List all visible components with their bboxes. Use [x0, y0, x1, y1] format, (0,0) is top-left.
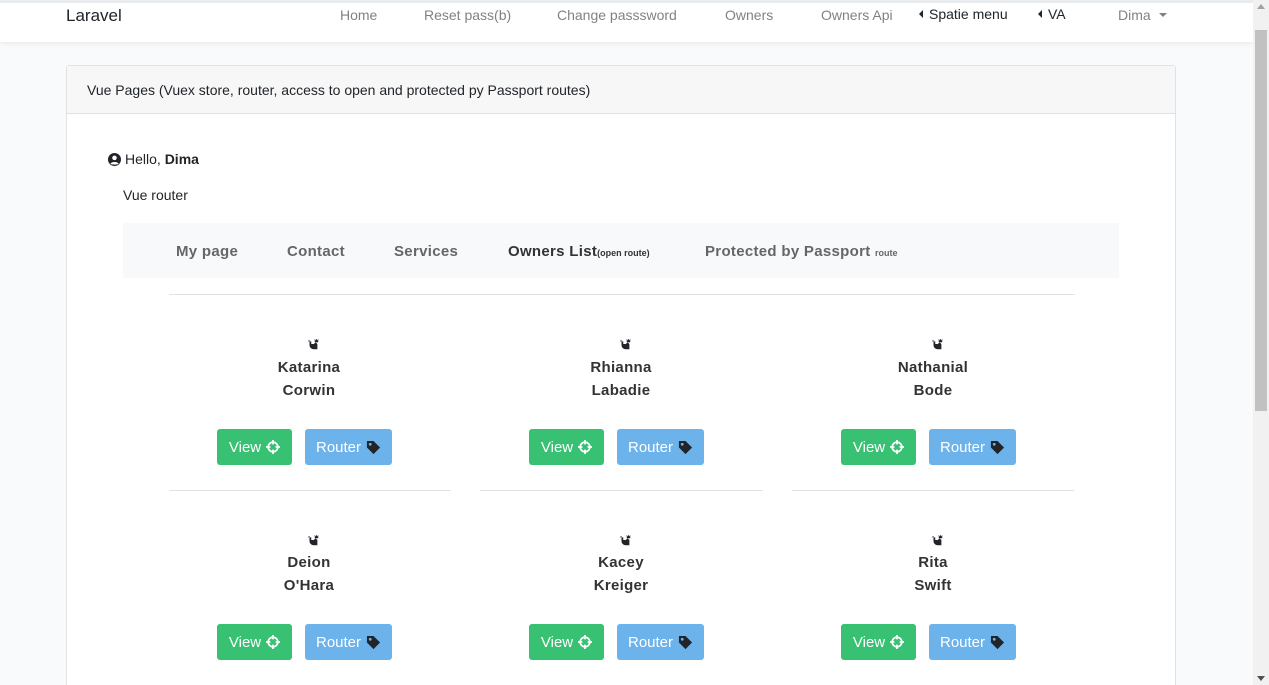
owner-last-name: Corwin	[282, 382, 336, 399]
router-button-label: Router	[627, 633, 674, 651]
divider	[480, 490, 763, 491]
section-label: Vue router	[123, 187, 188, 203]
tag-icon	[678, 635, 693, 649]
owner-first-name: Kacey	[598, 554, 644, 571]
view-button-label: View	[540, 438, 574, 456]
crosshairs-icon	[890, 440, 905, 454]
tab-my-page[interactable]: My page	[176, 243, 238, 260]
top-navbar: Laravel Home Reset pass(b) Change passsw…	[0, 0, 1253, 42]
crosshairs-icon	[890, 635, 905, 649]
nav-home[interactable]: Home	[340, 7, 377, 23]
owner-last-name: Bode	[913, 382, 953, 399]
router-button[interactable]: Router	[617, 429, 704, 465]
view-button-label: View	[852, 633, 886, 651]
crosshairs-icon	[266, 635, 281, 649]
tag-icon	[990, 440, 1005, 454]
view-button-label: View	[852, 438, 886, 456]
nav-user-label: Dima	[1118, 7, 1151, 23]
nav-change-password[interactable]: Change passsword	[557, 7, 677, 23]
nav-spatie-menu[interactable]: Spatie menu	[919, 6, 1008, 22]
caret-left-icon	[919, 10, 923, 18]
tab-owners-list-suffix: (open route)	[597, 248, 650, 258]
crosshairs-icon	[578, 635, 593, 649]
hello-prefix: Hello,	[125, 151, 161, 167]
view-button-label: View	[228, 633, 262, 651]
router-button-label: Router	[627, 438, 674, 456]
scroll-down-arrow-icon[interactable]	[1257, 676, 1265, 681]
scroll-up-arrow-icon[interactable]	[1257, 4, 1265, 9]
tab-contact[interactable]: Contact	[287, 243, 345, 260]
view-button[interactable]: View	[217, 429, 292, 465]
cat-icon	[931, 534, 943, 546]
router-button[interactable]: Router	[929, 624, 1016, 660]
router-button[interactable]: Router	[305, 624, 392, 660]
user-circle-icon	[108, 153, 121, 166]
hello-username: Dima	[164, 151, 199, 167]
owner-last-name: Swift	[914, 577, 952, 594]
view-button-label: View	[540, 633, 574, 651]
cat-icon	[307, 338, 319, 350]
tab-owners-list[interactable]: Owners List(open route)	[508, 243, 650, 260]
tab-protected-label: Protected by Passport	[705, 243, 871, 260]
owner-last-name: Labadie	[591, 382, 651, 399]
nav-owners-api[interactable]: Owners Api	[821, 7, 893, 23]
tab-owners-list-label: Owners List	[508, 243, 598, 260]
nav-reset-pass[interactable]: Reset pass(b)	[424, 7, 511, 23]
router-button-label: Router	[939, 633, 986, 651]
cat-icon	[931, 338, 943, 350]
crosshairs-icon	[266, 440, 281, 454]
owner-first-name: Deion	[287, 554, 331, 571]
router-button-label: Router	[315, 633, 362, 651]
view-button-label: View	[228, 438, 262, 456]
tab-protected-suffix: route	[874, 248, 898, 258]
nav-user-dropdown[interactable]: Dima	[1118, 7, 1167, 23]
caret-left-icon	[1038, 10, 1042, 18]
cat-icon	[619, 338, 631, 350]
divider	[169, 490, 451, 491]
tab-protected-passport[interactable]: Protected by Passport route	[705, 243, 897, 260]
vue-router-tabs: My page Contact Services Owners List(ope…	[123, 223, 1119, 278]
cat-icon	[307, 534, 319, 546]
router-button[interactable]: Router	[929, 429, 1016, 465]
nav-va-label: VA	[1048, 6, 1066, 22]
scroll-thumb[interactable]	[1255, 30, 1267, 411]
view-button[interactable]: View	[529, 429, 604, 465]
cat-icon	[619, 534, 631, 546]
nav-va[interactable]: VA	[1038, 6, 1066, 22]
tag-icon	[678, 440, 693, 454]
nav-spatie-menu-label: Spatie menu	[929, 6, 1008, 22]
caret-down-icon	[1158, 13, 1167, 17]
tag-icon	[366, 635, 381, 649]
owner-last-name: O'Hara	[283, 577, 335, 594]
router-button-label: Router	[315, 438, 362, 456]
view-button[interactable]: View	[217, 624, 292, 660]
tab-services[interactable]: Services	[394, 243, 458, 260]
owner-last-name: Kreiger	[593, 577, 649, 594]
router-button-label: Router	[939, 438, 986, 456]
tag-icon	[366, 440, 381, 454]
crosshairs-icon	[578, 440, 593, 454]
owner-first-name: Nathanial	[897, 359, 969, 376]
page-scrollbar[interactable]	[1253, 0, 1269, 685]
divider	[792, 490, 1074, 491]
owner-first-name: Rita	[918, 554, 948, 571]
owner-first-name: Katarina	[277, 359, 341, 376]
router-button[interactable]: Router	[617, 624, 704, 660]
brand-link[interactable]: Laravel	[66, 6, 122, 26]
hello-greeting: Hello, Dima	[108, 151, 199, 167]
router-button[interactable]: Router	[305, 429, 392, 465]
vue-pages-card: Vue Pages (Vuex store, router, access to…	[66, 65, 1176, 685]
owner-first-name: Rhianna	[590, 359, 652, 376]
view-button[interactable]: View	[529, 624, 604, 660]
view-button[interactable]: View	[841, 624, 916, 660]
nav-owners[interactable]: Owners	[725, 7, 773, 23]
view-button[interactable]: View	[841, 429, 916, 465]
card-header: Vue Pages (Vuex store, router, access to…	[67, 66, 1175, 114]
tag-icon	[990, 635, 1005, 649]
divider	[169, 294, 1075, 295]
